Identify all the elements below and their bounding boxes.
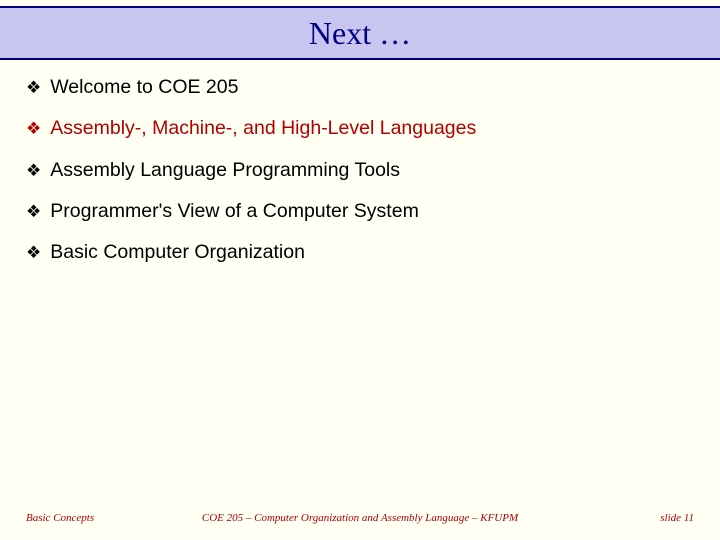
bullet-item: ❖ Assembly-, Machine-, and High-Level La…	[26, 115, 694, 141]
bullet-item: ❖ Assembly Language Programming Tools	[26, 157, 694, 183]
bullet-item: ❖ Programmer's View of a Computer System	[26, 198, 694, 224]
bullet-item: ❖ Welcome to COE 205	[26, 74, 694, 100]
bullet-text: Welcome to COE 205	[50, 74, 238, 100]
bullet-text: Assembly Language Programming Tools	[50, 157, 400, 183]
slide-title-bar: Next …	[0, 6, 720, 60]
diamond-bullet-icon: ❖	[26, 118, 41, 141]
diamond-bullet-icon: ❖	[26, 242, 41, 265]
slide-content: ❖ Welcome to COE 205 ❖ Assembly-, Machin…	[0, 60, 720, 266]
diamond-bullet-icon: ❖	[26, 77, 41, 100]
diamond-bullet-icon: ❖	[26, 201, 41, 224]
slide-footer: Basic Concepts COE 205 – Computer Organi…	[0, 512, 720, 524]
slide-title: Next …	[309, 15, 411, 52]
bullet-text: Basic Computer Organization	[50, 239, 305, 265]
footer-left: Basic Concepts	[26, 512, 193, 524]
footer-center: COE 205 – Computer Organization and Asse…	[193, 512, 527, 524]
bullet-text: Assembly-, Machine-, and High-Level Lang…	[50, 115, 476, 141]
footer-right: slide 11	[527, 512, 694, 524]
bullet-item: ❖ Basic Computer Organization	[26, 239, 694, 265]
bullet-text: Programmer's View of a Computer System	[50, 198, 419, 224]
diamond-bullet-icon: ❖	[26, 160, 41, 183]
